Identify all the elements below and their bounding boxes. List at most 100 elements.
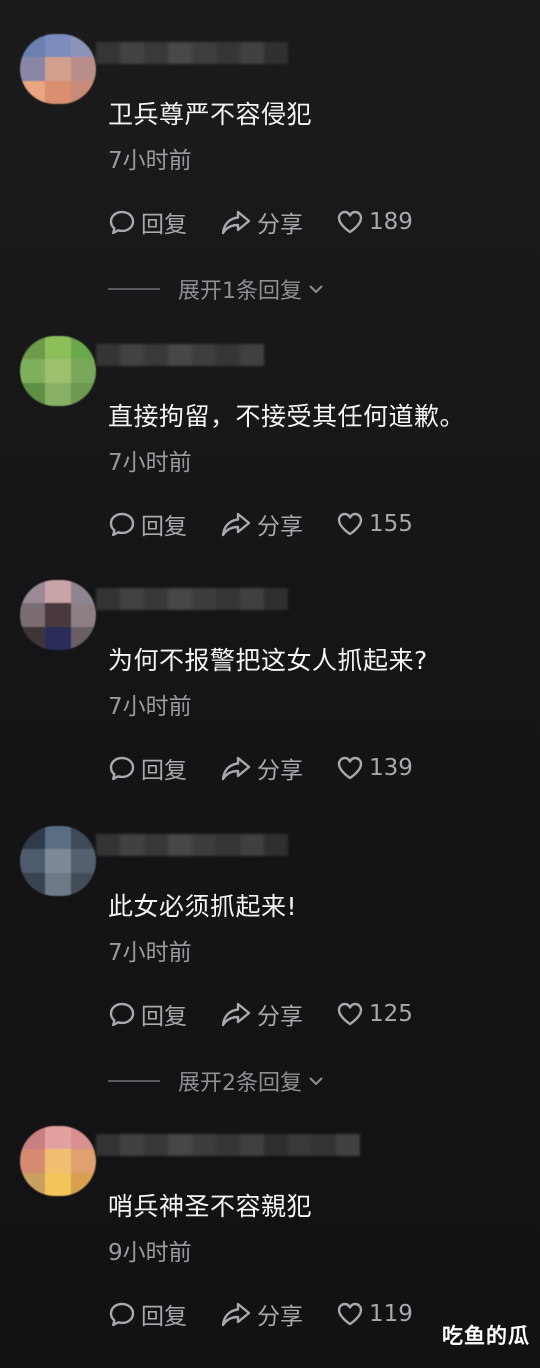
avatar-mosaic-cell [45, 57, 71, 81]
share-label: 分享 [257, 1304, 303, 1330]
heart-icon [337, 1002, 363, 1026]
avatar-mosaic-cell [20, 359, 46, 383]
username-mosaic-cell [120, 1134, 144, 1156]
reply-button[interactable]: 回复 [108, 206, 220, 238]
avatar-mosaic-cell [20, 626, 46, 650]
username-mosaic-cell [96, 344, 120, 366]
reply-label: 回复 [141, 1304, 187, 1330]
username-blurred[interactable] [96, 834, 288, 856]
like-count: 155 [369, 511, 413, 537]
comment-actions: 回复 分享 189 [108, 206, 413, 238]
username-mosaic-cell [144, 834, 168, 856]
comment-text: 为何不报警把这女人抓起来? [108, 646, 428, 675]
reply-button[interactable]: 回复 [108, 508, 220, 540]
avatar-mosaic-cell [20, 1126, 46, 1150]
share-label: 分享 [257, 1004, 303, 1030]
like-button[interactable]: 119 [336, 1298, 413, 1330]
expand-replies-label: 展开2条回复 [178, 1071, 302, 1096]
share-button[interactable]: 分享 [220, 1298, 336, 1330]
avatar-mosaic-cell [45, 382, 71, 406]
comment-time: 9小时前 [108, 1240, 192, 1266]
avatar-mosaic-cell [20, 1149, 46, 1173]
username-mosaic-cell [120, 588, 144, 610]
avatar[interactable] [20, 1126, 96, 1196]
username-mosaic-cell [168, 42, 192, 64]
avatar-mosaic-cell [20, 336, 46, 360]
heart-icon [337, 756, 363, 780]
username-mosaic-cell [216, 588, 240, 610]
like-button[interactable]: 139 [336, 752, 413, 784]
username-mosaic-cell [216, 834, 240, 856]
avatar-mosaic-cell [70, 34, 96, 58]
username-mosaic-cell [96, 42, 120, 64]
username-mosaic-cell [264, 588, 288, 610]
username-mosaic-cell [240, 588, 264, 610]
username-mosaic-cell [96, 588, 120, 610]
expand-replies-button[interactable]: 展开1条回复 [108, 274, 324, 304]
chevron-down-icon [309, 285, 323, 294]
like-count: 125 [369, 1001, 413, 1027]
username-mosaic-cell [192, 42, 216, 64]
share-button[interactable]: 分享 [220, 206, 336, 238]
username-mosaic-cell [240, 344, 264, 366]
avatar-mosaic-cell [70, 382, 96, 406]
share-button[interactable]: 分享 [220, 998, 336, 1030]
avatar-mosaic-cell [70, 626, 96, 650]
username-mosaic-cell [192, 588, 216, 610]
username-mosaic-cell [144, 1134, 168, 1156]
comment-actions: 回复 分享 155 [108, 508, 413, 540]
avatar-mosaic-cell [45, 336, 71, 360]
username-mosaic-cell [144, 344, 168, 366]
reply-button[interactable]: 回复 [108, 998, 220, 1030]
avatar-mosaic-cell [70, 1172, 96, 1196]
username-blurred[interactable] [96, 42, 288, 64]
avatar-mosaic-cell [45, 34, 71, 58]
like-count: 119 [369, 1301, 413, 1327]
reply-button[interactable]: 回复 [108, 752, 220, 784]
reply-label: 回复 [141, 212, 187, 238]
share-button[interactable]: 分享 [220, 752, 336, 784]
username-mosaic-cell [336, 1134, 360, 1156]
username-mosaic-cell [312, 1134, 336, 1156]
avatar-mosaic-cell [20, 826, 46, 850]
like-button[interactable]: 125 [336, 998, 413, 1030]
avatar[interactable] [20, 34, 96, 104]
share-arrow-icon [221, 1302, 251, 1327]
avatar-mosaic-cell [70, 1126, 96, 1150]
avatar[interactable] [20, 580, 96, 650]
like-button[interactable]: 189 [336, 206, 413, 238]
avatar-mosaic-cell [45, 1149, 71, 1173]
username-blurred[interactable] [96, 1134, 360, 1156]
like-button[interactable]: 155 [336, 508, 413, 540]
username-mosaic-cell [240, 42, 264, 64]
username-mosaic-cell [120, 834, 144, 856]
avatar-mosaic-cell [20, 382, 46, 406]
username-mosaic-cell [264, 1134, 288, 1156]
avatar[interactable] [20, 826, 96, 896]
username-mosaic-cell [96, 1134, 120, 1156]
expand-replies-label: 展开1条回复 [178, 279, 302, 304]
avatar-mosaic-cell [70, 849, 96, 873]
share-arrow-icon [221, 756, 251, 781]
avatar-mosaic-cell [45, 872, 71, 896]
username-blurred[interactable] [96, 344, 264, 366]
reply-button[interactable]: 回复 [108, 1298, 220, 1330]
username-blurred[interactable] [96, 588, 288, 610]
share-label: 分享 [257, 212, 303, 238]
avatar-mosaic-cell [20, 80, 46, 104]
username-mosaic-cell [216, 42, 240, 64]
reply-bubble-icon [109, 210, 135, 235]
username-mosaic-cell [144, 588, 168, 610]
comment-time: 7小时前 [108, 148, 192, 174]
username-mosaic-cell [168, 1134, 192, 1156]
expand-replies-button[interactable]: 展开2条回复 [108, 1066, 324, 1096]
comment-actions: 回复 分享 139 [108, 752, 413, 784]
username-mosaic-cell [144, 42, 168, 64]
comment-time: 7小时前 [108, 694, 192, 720]
avatar-mosaic-cell [45, 1172, 71, 1196]
avatar[interactable] [20, 336, 96, 406]
username-mosaic-cell [192, 834, 216, 856]
share-button[interactable]: 分享 [220, 508, 336, 540]
heart-icon [337, 512, 363, 536]
avatar-mosaic-cell [20, 872, 46, 896]
